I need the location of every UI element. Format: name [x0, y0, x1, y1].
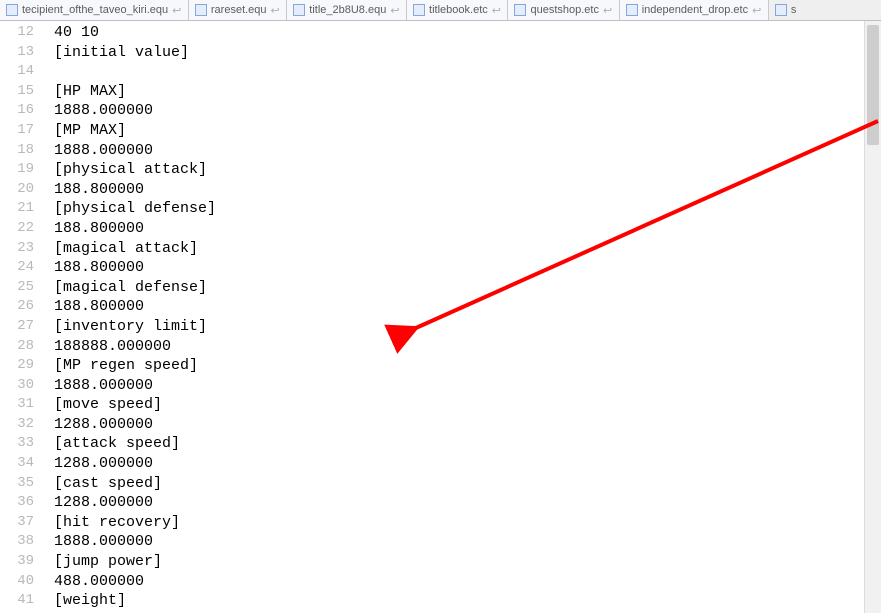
line-number: 15 [0, 82, 44, 102]
line-number: 18 [0, 141, 44, 161]
code-line[interactable]: [attack speed] [54, 434, 881, 454]
code-line[interactable] [54, 62, 881, 82]
code-line[interactable]: 488.000000 [54, 572, 881, 592]
tab-label: rareset.equ [211, 4, 267, 16]
line-number: 27 [0, 317, 44, 337]
line-number: 29 [0, 356, 44, 376]
code-line[interactable]: [weight] [54, 591, 881, 611]
tab-modified-icon: ↩ [752, 4, 762, 17]
code-line[interactable]: [magical defense] [54, 278, 881, 298]
code-line[interactable]: [move speed] [54, 395, 881, 415]
line-number: 38 [0, 532, 44, 552]
tab-file-5[interactable]: questshop.etc ↩ [508, 0, 619, 20]
code-line[interactable]: [physical attack] [54, 160, 881, 180]
line-number: 30 [0, 376, 44, 396]
code-line[interactable]: [cast speed] [54, 474, 881, 494]
tab-modified-icon: ↩ [172, 4, 182, 17]
tab-label: s [791, 4, 797, 16]
tab-modified-icon: ↩ [492, 4, 502, 17]
tab-file-2[interactable]: rareset.equ ↩ [189, 0, 287, 20]
tab-file-3[interactable]: title_2b8U8.equ ↩ [287, 0, 407, 20]
code-line[interactable]: 1888.000000 [54, 101, 881, 121]
vertical-scrollbar[interactable] [864, 21, 881, 613]
line-number: 37 [0, 513, 44, 533]
code-editor[interactable]: 1213141516171819202122232425262728293031… [0, 21, 881, 613]
tab-bar: tecipient_ofthe_taveo_kiri.equ ↩ rareset… [0, 0, 881, 21]
line-number: 19 [0, 160, 44, 180]
code-line[interactable]: [jump power] [54, 552, 881, 572]
line-number: 14 [0, 62, 44, 82]
code-line[interactable]: 1888.000000 [54, 532, 881, 552]
line-number: 20 [0, 180, 44, 200]
line-number: 35 [0, 474, 44, 494]
line-number: 40 [0, 572, 44, 592]
code-line[interactable]: 188.800000 [54, 219, 881, 239]
code-line[interactable]: 1288.000000 [54, 493, 881, 513]
line-number: 26 [0, 297, 44, 317]
line-number: 12 [0, 23, 44, 43]
line-number: 24 [0, 258, 44, 278]
scrollbar-thumb[interactable] [867, 25, 879, 145]
file-icon [293, 4, 305, 16]
tab-modified-icon: ↩ [390, 4, 400, 17]
code-line[interactable]: 188.800000 [54, 180, 881, 200]
line-number: 36 [0, 493, 44, 513]
code-line[interactable]: 1888.000000 [54, 141, 881, 161]
line-number: 25 [0, 278, 44, 298]
code-line[interactable]: [MP MAX] [54, 121, 881, 141]
code-line[interactable]: 188.800000 [54, 258, 881, 278]
line-number: 39 [0, 552, 44, 572]
line-number: 28 [0, 337, 44, 357]
tab-modified-icon: ↩ [603, 4, 613, 17]
code-line[interactable]: [MP regen speed] [54, 356, 881, 376]
line-number-gutter: 1213141516171819202122232425262728293031… [0, 21, 44, 613]
tab-file-4[interactable]: titlebook.etc ↩ [407, 0, 508, 20]
file-icon [413, 4, 425, 16]
code-line[interactable]: 1888.000000 [54, 376, 881, 396]
code-line[interactable]: [magical attack] [54, 239, 881, 259]
line-number: 41 [0, 591, 44, 611]
line-number: 34 [0, 454, 44, 474]
file-icon [626, 4, 638, 16]
line-number: 32 [0, 415, 44, 435]
line-number: 23 [0, 239, 44, 259]
file-icon [195, 4, 207, 16]
tab-label: tecipient_ofthe_taveo_kiri.equ [22, 4, 168, 16]
code-line[interactable]: [HP MAX] [54, 82, 881, 102]
code-line[interactable]: 188.800000 [54, 297, 881, 317]
line-number: 33 [0, 434, 44, 454]
line-number: 13 [0, 43, 44, 63]
line-number: 21 [0, 199, 44, 219]
line-number: 17 [0, 121, 44, 141]
file-icon [514, 4, 526, 16]
tab-file-overflow[interactable]: s [769, 0, 881, 20]
tab-label: independent_drop.etc [642, 4, 748, 16]
tab-file-6[interactable]: independent_drop.etc ↩ [620, 0, 769, 20]
file-icon [775, 4, 787, 16]
code-content[interactable]: 40 10[initial value][HP MAX]1888.000000[… [44, 21, 881, 613]
code-line[interactable]: 40 10 [54, 23, 881, 43]
tab-modified-icon: ↩ [271, 4, 281, 17]
code-line[interactable]: [physical defense] [54, 199, 881, 219]
code-line[interactable]: [initial value] [54, 43, 881, 63]
code-line[interactable]: 1288.000000 [54, 415, 881, 435]
tab-file-1[interactable]: tecipient_ofthe_taveo_kiri.equ ↩ [0, 0, 189, 20]
tab-label: questshop.etc [530, 4, 599, 16]
line-number: 16 [0, 101, 44, 121]
code-line[interactable]: 188888.000000 [54, 337, 881, 357]
code-line[interactable]: [inventory limit] [54, 317, 881, 337]
code-line[interactable]: [hit recovery] [54, 513, 881, 533]
code-line[interactable]: 1288.000000 [54, 454, 881, 474]
line-number: 22 [0, 219, 44, 239]
file-icon [6, 4, 18, 16]
tab-label: title_2b8U8.equ [309, 4, 386, 16]
tab-label: titlebook.etc [429, 4, 488, 16]
line-number: 31 [0, 395, 44, 415]
